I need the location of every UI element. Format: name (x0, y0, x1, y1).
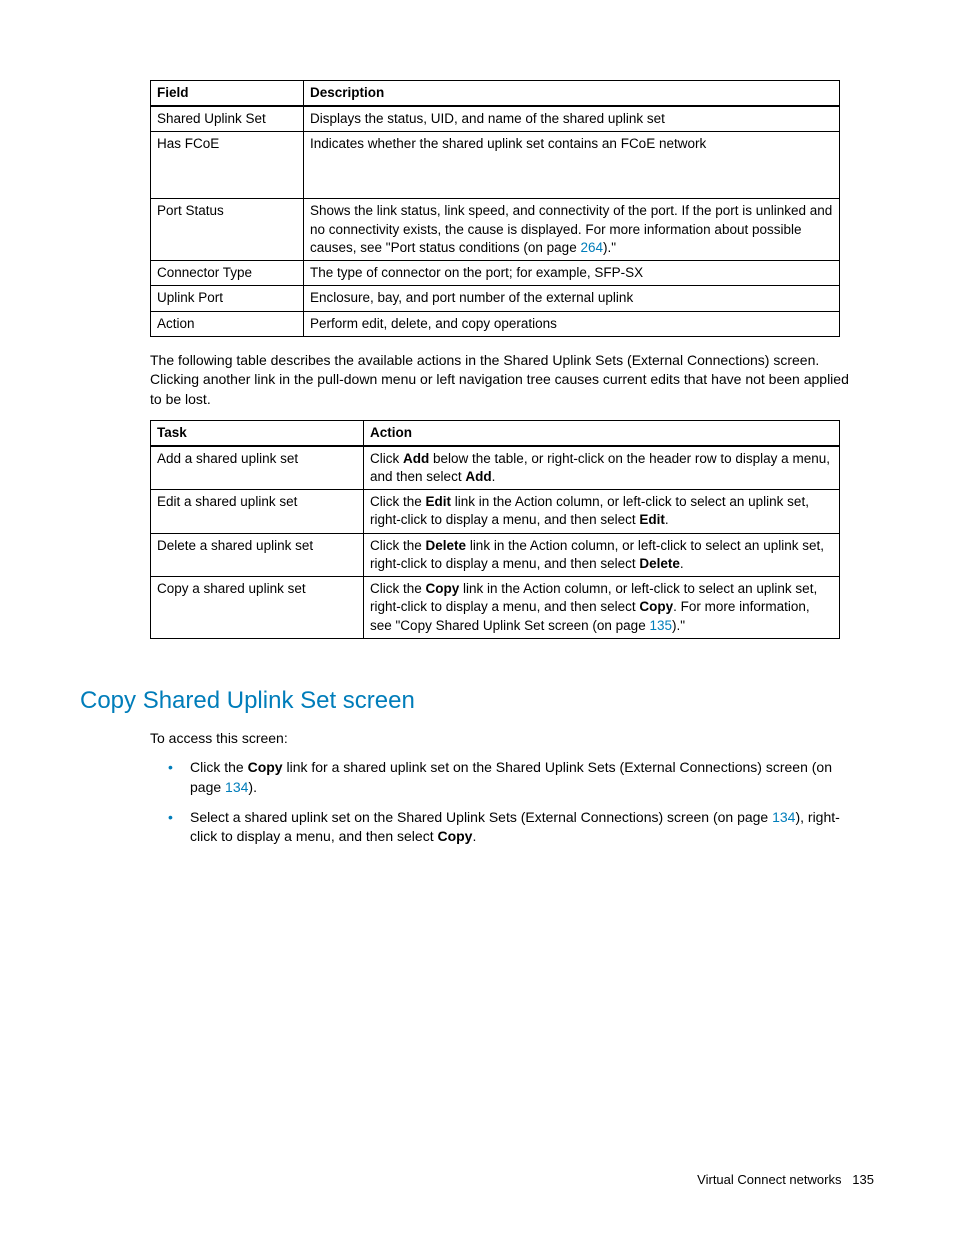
description-cell: Indicates whether the shared uplink set … (304, 132, 840, 199)
table-row: Add a shared uplink setClick Add below t… (151, 446, 840, 490)
bold-term: Edit (426, 494, 452, 509)
field-description-table: Field Description Shared Uplink SetDispl… (150, 80, 840, 337)
table-row: Port StatusShows the link status, link s… (151, 199, 840, 261)
paragraph-actions-intro: The following table describes the availa… (150, 351, 854, 410)
table1-header-field: Field (151, 81, 304, 107)
field-cell: Uplink Port (151, 286, 304, 311)
table-row: ActionPerform edit, delete, and copy ope… (151, 311, 840, 336)
bullet-list: Click the Copy link for a shared uplink … (80, 758, 874, 846)
description-cell: The type of connector on the port; for e… (304, 261, 840, 286)
field-cell: Port Status (151, 199, 304, 261)
table-row: Uplink PortEnclosure, bay, and port numb… (151, 286, 840, 311)
table-row: Has FCoEIndicates whether the shared upl… (151, 132, 840, 199)
table-row: Edit a shared uplink setClick the Edit l… (151, 490, 840, 533)
action-cell: Click the Copy link in the Action column… (364, 577, 840, 639)
bold-term: Copy (426, 581, 460, 596)
page-link[interactable]: 135 (649, 618, 672, 633)
action-cell: Click Add below the table, or right-clic… (364, 446, 840, 490)
action-cell: Click the Edit link in the Action column… (364, 490, 840, 533)
footer-section: Virtual Connect networks (697, 1172, 841, 1187)
bold-term: Copy (437, 828, 472, 844)
page-link[interactable]: 134 (225, 779, 248, 795)
description-cell: Enclosure, bay, and port number of the e… (304, 286, 840, 311)
field-cell: Has FCoE (151, 132, 304, 199)
bold-term: Copy (639, 599, 673, 614)
intro-text: To access this screen: (150, 729, 854, 749)
task-cell: Copy a shared uplink set (151, 577, 364, 639)
bold-term: Delete (426, 538, 467, 553)
table-row: Connector TypeThe type of connector on t… (151, 261, 840, 286)
page-link[interactable]: 134 (772, 809, 795, 825)
bold-term: Delete (639, 556, 680, 571)
bold-term: Add (403, 451, 429, 466)
action-cell: Click the Delete link in the Action colu… (364, 533, 840, 576)
field-cell: Action (151, 311, 304, 336)
task-action-table: Task Action Add a shared uplink setClick… (150, 420, 840, 639)
bold-term: Add (465, 469, 491, 484)
task-cell: Delete a shared uplink set (151, 533, 364, 576)
task-cell: Edit a shared uplink set (151, 490, 364, 533)
footer-page: 135 (852, 1172, 874, 1187)
table-row: Copy a shared uplink setClick the Copy l… (151, 577, 840, 639)
field-cell: Connector Type (151, 261, 304, 286)
table2-header-task: Task (151, 420, 364, 446)
description-cell: Displays the status, UID, and name of th… (304, 106, 840, 132)
list-item: Select a shared uplink set on the Shared… (150, 808, 854, 847)
description-cell: Perform edit, delete, and copy operation… (304, 311, 840, 336)
description-cell: Shows the link status, link speed, and c… (304, 199, 840, 261)
table-row: Delete a shared uplink setClick the Dele… (151, 533, 840, 576)
section-heading: Copy Shared Uplink Set screen (80, 687, 874, 715)
table-row: Shared Uplink SetDisplays the status, UI… (151, 106, 840, 132)
page-link[interactable]: 264 (580, 240, 603, 255)
task-cell: Add a shared uplink set (151, 446, 364, 490)
table2-header-action: Action (364, 420, 840, 446)
page-footer: Virtual Connect networks 135 (697, 1172, 874, 1187)
bold-term: Edit (639, 512, 665, 527)
list-item: Click the Copy link for a shared uplink … (150, 758, 854, 797)
field-cell: Shared Uplink Set (151, 106, 304, 132)
table1-header-description: Description (304, 81, 840, 107)
bold-term: Copy (248, 759, 283, 775)
